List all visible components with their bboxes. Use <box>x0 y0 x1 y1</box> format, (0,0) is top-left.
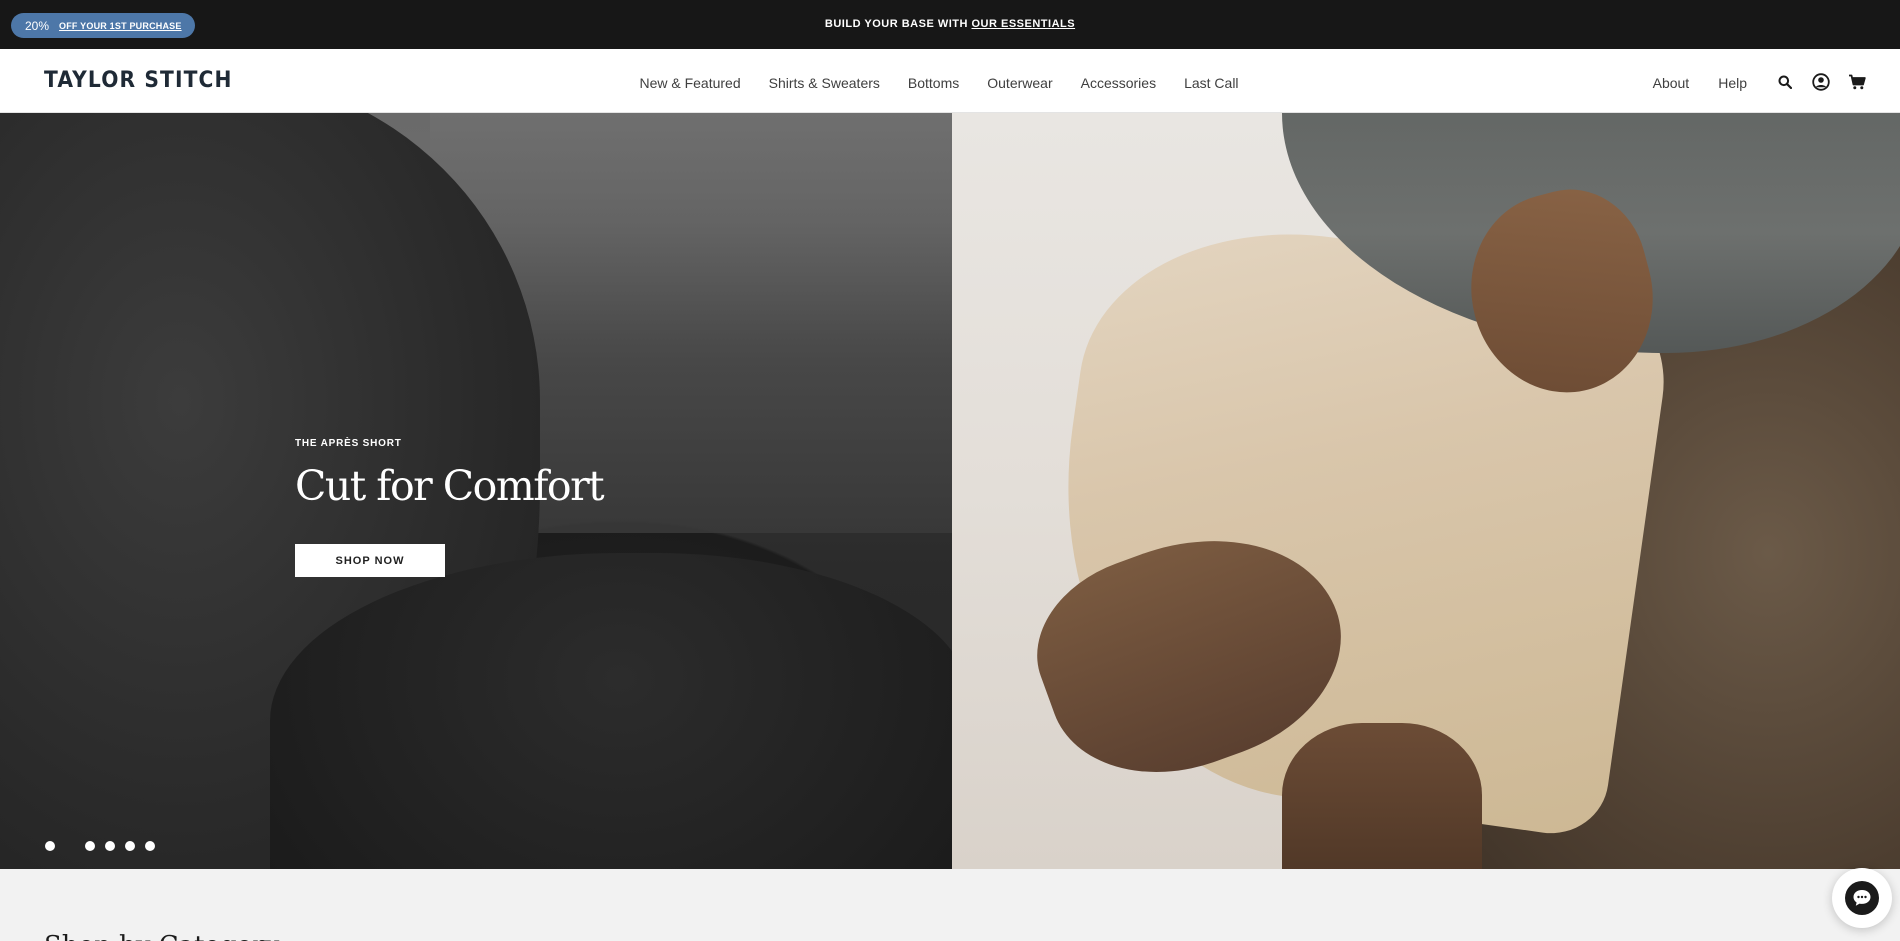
utility-nav: About Help <box>1653 75 1747 91</box>
carousel-dot[interactable] <box>125 841 135 851</box>
cart-icon[interactable] <box>1848 73 1866 91</box>
announcement-bar: 20% OFF YOUR 1ST PURCHASE BUILD YOUR BAS… <box>0 0 1900 49</box>
essentials-link[interactable]: OUR ESSENTIALS <box>972 18 1076 30</box>
rock-right <box>270 553 970 869</box>
hero-image-model <box>952 113 1900 869</box>
nav-bottoms[interactable]: Bottoms <box>908 75 959 91</box>
search-icon[interactable] <box>1776 73 1794 91</box>
carousel-dot-active[interactable] <box>65 841 75 851</box>
leg-shape-2 <box>1282 723 1482 869</box>
hero-copy: THE APRÈS SHORT Cut for Comfort SHOP NOW <box>295 438 605 577</box>
hero-carousel: THE APRÈS SHORT Cut for Comfort SHOP NOW <box>0 113 1900 869</box>
hero-eyebrow: THE APRÈS SHORT <box>295 438 402 449</box>
chat-icon <box>1845 881 1879 915</box>
carousel-dot[interactable] <box>145 841 155 851</box>
chat-button[interactable] <box>1832 868 1892 928</box>
nav-help[interactable]: Help <box>1718 75 1747 91</box>
shop-now-button[interactable]: SHOP NOW <box>295 544 445 577</box>
nav-last-call[interactable]: Last Call <box>1184 75 1238 91</box>
main-nav: New & Featured Shirts & Sweaters Bottoms… <box>0 75 1900 91</box>
carousel-dot[interactable] <box>45 841 55 851</box>
section-title: Shop by Category <box>44 931 279 941</box>
nav-shirts-sweaters[interactable]: Shirts & Sweaters <box>769 75 880 91</box>
hero-headline: Cut for Comfort <box>295 462 605 510</box>
site-header: TAYLOR STITCH New & Featured Shirts & Sw… <box>0 49 1900 113</box>
nav-outerwear[interactable]: Outerwear <box>987 75 1052 91</box>
carousel-dot[interactable] <box>105 841 115 851</box>
carousel-dots <box>45 841 155 851</box>
announcement-text: BUILD YOUR BASE WITH OUR ESSENTIALS <box>0 18 1900 30</box>
account-icon[interactable] <box>1812 73 1830 91</box>
carousel-dot[interactable] <box>85 841 95 851</box>
nav-about[interactable]: About <box>1653 75 1690 91</box>
nav-accessories[interactable]: Accessories <box>1081 75 1156 91</box>
header-icons <box>1776 73 1866 91</box>
announcement-label: BUILD YOUR BASE WITH <box>824 18 972 30</box>
nav-new-featured[interactable]: New & Featured <box>639 75 740 91</box>
